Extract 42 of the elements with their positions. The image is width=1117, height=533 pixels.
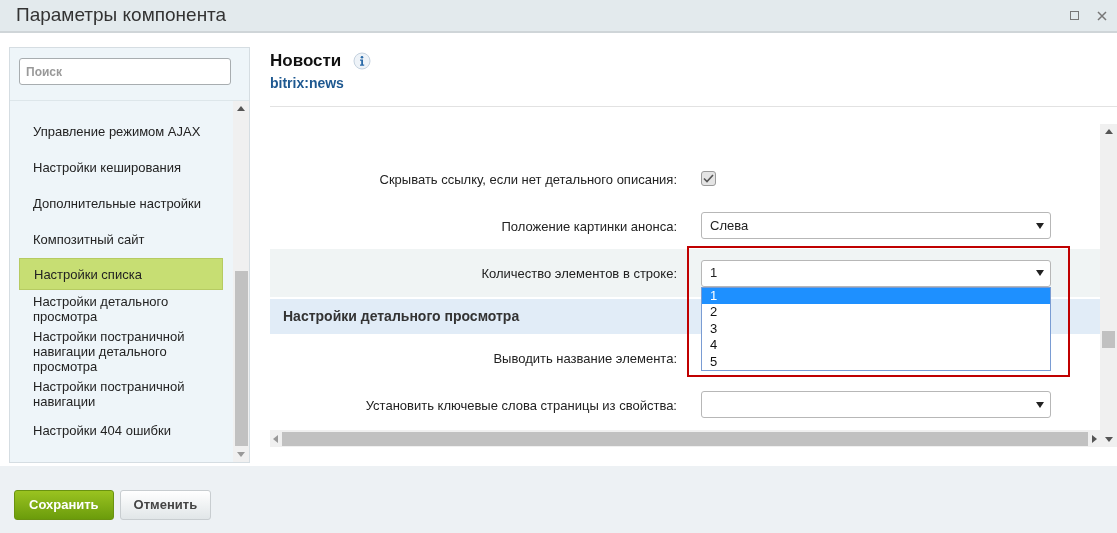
dropdown-option[interactable]: 2 (702, 304, 1050, 321)
scrollbar-thumb[interactable] (1102, 331, 1115, 348)
caret-icon (1036, 401, 1044, 408)
scroll-up-icon[interactable] (237, 106, 245, 111)
select-field[interactable] (701, 391, 1051, 418)
caret-icon (1036, 270, 1044, 276)
search-field[interactable]: Поиск (19, 58, 231, 85)
sidebar-item[interactable]: Настройки постраничной навигации (19, 376, 223, 412)
field-label: Количество элементов в строке: (481, 266, 677, 281)
scrollbar[interactable] (233, 101, 249, 462)
sidebar-item[interactable]: Настройки постраничной навигации детального просмотра (19, 327, 223, 376)
dropdown-option[interactable]: 4 (702, 337, 1050, 354)
sidebar-item[interactable]: Композитный сайт (19, 221, 223, 257)
sidebar-item[interactable]: Настройки кеширования (19, 149, 223, 185)
select-field[interactable]: 1 (701, 259, 1051, 287)
cancel-button[interactable]: Отменить (119, 489, 212, 520)
scroll-right-icon[interactable] (1092, 434, 1097, 443)
field-label: Установить ключевые слова страницы из свойства: (365, 397, 677, 413)
component-code: bitrix:news (270, 74, 345, 93)
vertical-scrollbar[interactable] (1100, 124, 1117, 447)
info-icon[interactable] (353, 52, 372, 70)
close-icon[interactable] (1097, 10, 1107, 21)
component-title: Новости (270, 50, 342, 73)
field-label: Скрывать ссылку, если нет детального описания: (379, 171, 677, 187)
sidebar-item[interactable]: Настройки списка (19, 258, 223, 290)
field-label: Положение картинки анонса: (501, 218, 677, 234)
dropdown-option[interactable]: 5 (702, 353, 1050, 371)
caret-icon (1036, 222, 1044, 229)
scroll-left-icon[interactable] (273, 434, 278, 443)
window-title: Параметры компонента (16, 3, 227, 28)
scroll-down-icon[interactable] (1104, 437, 1113, 442)
sidebar-item[interactable]: Управление режимом AJAX (19, 113, 223, 149)
scrollbar-thumb[interactable] (234, 271, 248, 446)
scroll-up-icon[interactable] (1104, 129, 1113, 134)
checkbox[interactable] (701, 171, 716, 186)
sidebar-item[interactable]: Настройки детального просмотра (19, 291, 223, 327)
select-field[interactable]: Слева (701, 212, 1051, 239)
field-label: Выводить название элемента: (493, 350, 677, 366)
sidebar-item[interactable]: Дополнительные настройки (19, 185, 223, 221)
check-icon (703, 174, 714, 183)
sidebar-item[interactable]: Настройки 404 ошибки (19, 412, 223, 448)
maximize-icon[interactable] (1070, 11, 1079, 20)
